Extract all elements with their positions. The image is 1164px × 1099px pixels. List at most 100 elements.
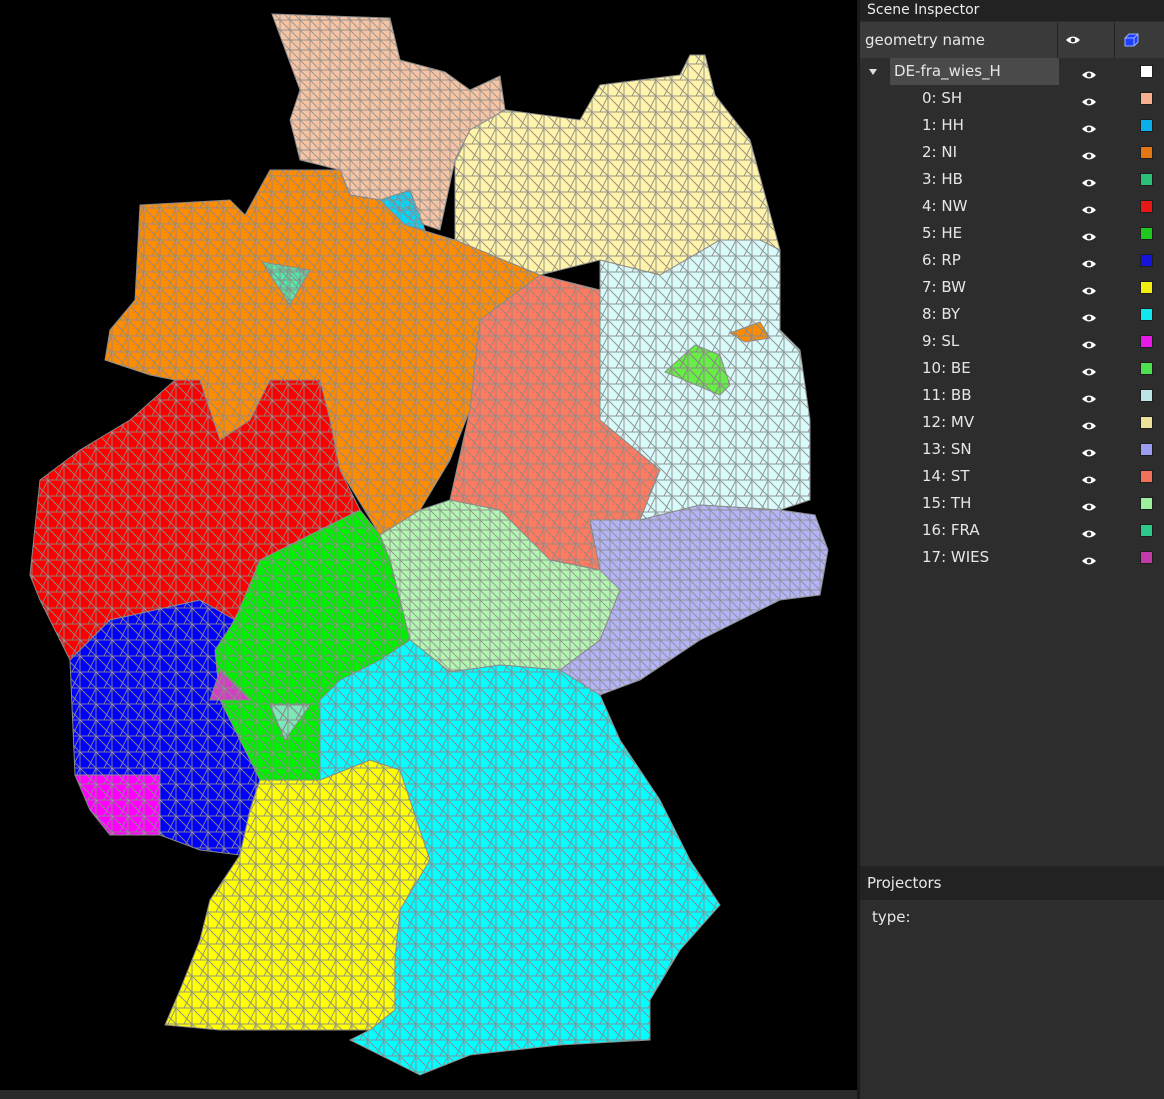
visibility-toggle[interactable] bbox=[1081, 390, 1097, 403]
tree-item-label[interactable]: 0: SH bbox=[922, 85, 962, 112]
visibility-toggle[interactable] bbox=[1081, 93, 1097, 106]
tree-item-row[interactable]: 15: TH bbox=[860, 490, 1164, 517]
eye-icon bbox=[1082, 422, 1096, 430]
tree-item-label[interactable]: 15: TH bbox=[922, 490, 971, 517]
color-swatch[interactable] bbox=[1140, 119, 1153, 132]
scene-inspector-panel: Scene Inspector geometry name DE-fra_wie… bbox=[860, 0, 1164, 1099]
visibility-toggle[interactable] bbox=[1081, 444, 1097, 457]
visibility-toggle[interactable] bbox=[1081, 201, 1097, 214]
germany-mesh bbox=[29, 13, 829, 1076]
tree-item-row[interactable]: 5: HE bbox=[860, 220, 1164, 247]
tree-item-label[interactable]: 17: WIES bbox=[922, 544, 989, 571]
color-swatch[interactable] bbox=[1140, 470, 1153, 483]
tree-item-row[interactable]: 8: BY bbox=[860, 301, 1164, 328]
color-swatch[interactable] bbox=[1140, 362, 1153, 375]
visibility-toggle[interactable] bbox=[1081, 255, 1097, 268]
eye-icon bbox=[1082, 341, 1096, 349]
visibility-toggle[interactable] bbox=[1081, 336, 1097, 349]
visibility-toggle[interactable] bbox=[1081, 498, 1097, 511]
tree-item-row[interactable]: 9: SL bbox=[860, 328, 1164, 355]
color-swatch[interactable] bbox=[1140, 281, 1153, 294]
color-swatch[interactable] bbox=[1140, 200, 1153, 213]
visibility-toggle[interactable] bbox=[1081, 525, 1097, 538]
column-visibility[interactable] bbox=[1058, 22, 1115, 58]
eye-icon bbox=[1082, 368, 1096, 376]
color-swatch[interactable] bbox=[1140, 92, 1153, 105]
tree-item-row[interactable]: 6: RP bbox=[860, 247, 1164, 274]
eye-icon bbox=[1082, 395, 1096, 403]
tree-root-label[interactable]: DE-fra_wies_H bbox=[890, 58, 1059, 85]
eye-icon bbox=[1082, 179, 1096, 187]
eye-icon bbox=[1082, 260, 1096, 268]
tree-item-label[interactable]: 16: FRA bbox=[922, 517, 980, 544]
tree-item-row[interactable]: 17: WIES bbox=[860, 544, 1164, 571]
color-swatch[interactable] bbox=[1140, 173, 1153, 186]
tree-item-label[interactable]: 2: NI bbox=[922, 139, 957, 166]
eye-icon bbox=[1082, 476, 1096, 484]
tree-item-row[interactable]: 4: NW bbox=[860, 193, 1164, 220]
tree-item-label[interactable]: 7: BW bbox=[922, 274, 966, 301]
scene-inspector-title: Scene Inspector bbox=[860, 0, 1164, 21]
tree-item-row[interactable]: 16: FRA bbox=[860, 517, 1164, 544]
color-swatch[interactable] bbox=[1140, 308, 1153, 321]
tree-item-row[interactable]: 1: HH bbox=[860, 112, 1164, 139]
color-swatch[interactable] bbox=[1140, 497, 1153, 510]
projector-type-label: type: bbox=[872, 908, 911, 926]
tree-item-label[interactable]: 5: HE bbox=[922, 220, 962, 247]
visibility-toggle[interactable] bbox=[1081, 282, 1097, 295]
tree-item-row[interactable]: 11: BB bbox=[860, 382, 1164, 409]
visibility-toggle[interactable] bbox=[1081, 147, 1097, 160]
column-color[interactable] bbox=[1115, 22, 1164, 58]
tree-item-row[interactable]: 13: SN bbox=[860, 436, 1164, 463]
tree-item-label[interactable]: 13: SN bbox=[922, 436, 972, 463]
color-swatch[interactable] bbox=[1140, 65, 1153, 78]
tree-item-label[interactable]: 14: ST bbox=[922, 463, 970, 490]
color-swatch[interactable] bbox=[1140, 227, 1153, 240]
visibility-toggle[interactable] bbox=[1081, 228, 1097, 241]
eye-icon bbox=[1082, 71, 1096, 79]
tree-root-row[interactable]: DE-fra_wies_H bbox=[860, 58, 1164, 85]
cube-icon bbox=[1124, 33, 1139, 47]
tree-item-row[interactable]: 14: ST bbox=[860, 463, 1164, 490]
tree-item-row[interactable]: 3: HB bbox=[860, 166, 1164, 193]
eye-icon bbox=[1082, 314, 1096, 322]
tree-item-label[interactable]: 4: NW bbox=[922, 193, 967, 220]
color-swatch[interactable] bbox=[1140, 443, 1153, 456]
3d-viewport[interactable] bbox=[0, 0, 857, 1090]
geometry-tree: DE-fra_wies_H 0: SH 1: HH 2: NI 3: HB 4: NW 5… bbox=[860, 58, 1164, 571]
color-swatch[interactable] bbox=[1140, 146, 1153, 159]
visibility-toggle[interactable] bbox=[1081, 309, 1097, 322]
tree-item-label[interactable]: 10: BE bbox=[922, 355, 971, 382]
color-swatch[interactable] bbox=[1140, 254, 1153, 267]
tree-item-row[interactable]: 7: BW bbox=[860, 274, 1164, 301]
visibility-toggle[interactable] bbox=[1081, 120, 1097, 133]
color-swatch[interactable] bbox=[1140, 524, 1153, 537]
visibility-toggle[interactable] bbox=[1081, 471, 1097, 484]
tree-item-label[interactable]: 11: BB bbox=[922, 382, 972, 409]
tree-item-label[interactable]: 6: RP bbox=[922, 247, 961, 274]
column-geometry-name[interactable]: geometry name bbox=[860, 22, 1058, 58]
tree-item-row[interactable]: 0: SH bbox=[860, 85, 1164, 112]
visibility-toggle[interactable] bbox=[1081, 66, 1097, 79]
visibility-toggle[interactable] bbox=[1081, 552, 1097, 565]
tree-item-row[interactable]: 2: NI bbox=[860, 139, 1164, 166]
color-swatch[interactable] bbox=[1140, 389, 1153, 402]
viewport-status-strip bbox=[0, 1090, 857, 1099]
visibility-toggle[interactable] bbox=[1081, 417, 1097, 430]
color-swatch[interactable] bbox=[1140, 551, 1153, 564]
tree-item-label[interactable]: 1: HH bbox=[922, 112, 964, 139]
tree-item-row[interactable]: 12: MV bbox=[860, 409, 1164, 436]
color-swatch[interactable] bbox=[1140, 335, 1153, 348]
tree-item-row[interactable]: 10: BE bbox=[860, 355, 1164, 382]
tree-item-label[interactable]: 8: BY bbox=[922, 301, 960, 328]
eye-icon bbox=[1082, 206, 1096, 214]
eye-icon bbox=[1082, 503, 1096, 511]
tree-item-label[interactable]: 3: HB bbox=[922, 166, 963, 193]
expand-arrow-icon[interactable] bbox=[869, 69, 877, 75]
tree-item-label[interactable]: 9: SL bbox=[922, 328, 959, 355]
visibility-toggle[interactable] bbox=[1081, 174, 1097, 187]
color-swatch[interactable] bbox=[1140, 416, 1153, 429]
visibility-toggle[interactable] bbox=[1081, 363, 1097, 376]
eye-icon bbox=[1082, 287, 1096, 295]
tree-item-label[interactable]: 12: MV bbox=[922, 409, 974, 436]
